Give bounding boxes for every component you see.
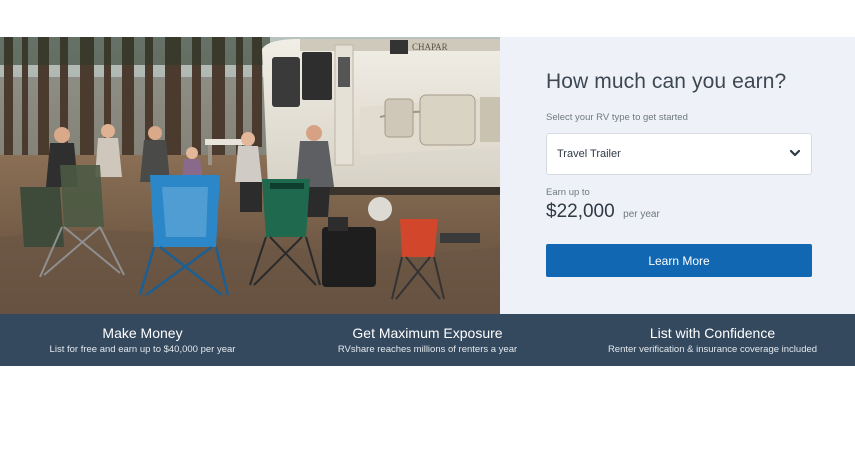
earn-amount: $22,000 (546, 201, 615, 222)
panel-subtitle: Select your RV type to get started (546, 112, 688, 123)
earnings-panel: How much can you earn? Select your RV ty… (500, 37, 855, 314)
svg-text:CHAPAR: CHAPAR (412, 42, 448, 52)
feature-description: RVshare reaches millions of renters a ye… (337, 344, 518, 355)
hero-photo-campsite: CHAPAR (0, 37, 500, 314)
earn-unit: per year (623, 209, 660, 220)
feature-description: List for free and earn up to $40,000 per… (49, 344, 236, 355)
feature-list-with-confidence: List with Confidence Renter verification… (570, 314, 855, 355)
chevron-down-icon (789, 149, 801, 157)
panel-title: How much can you earn? (546, 70, 787, 93)
rv-type-value: Travel Trailer (557, 148, 621, 160)
earnings-hero: CHAPAR How much can you earn? Select you… (0, 37, 855, 314)
feature-make-money: Make Money List for free and earn up to … (0, 314, 285, 355)
feature-title: List with Confidence (649, 325, 776, 341)
rv-type-select[interactable]: Travel Trailer (546, 133, 812, 175)
learn-more-button[interactable]: Learn More (546, 244, 812, 277)
earnings-estimate: $22,000 per year (546, 201, 660, 223)
earn-label: Earn up to (546, 187, 590, 198)
feature-maximum-exposure: Get Maximum Exposure RVshare reaches mil… (285, 314, 570, 355)
feature-title: Get Maximum Exposure (352, 325, 503, 341)
features-strip: Make Money List for free and earn up to … (0, 314, 855, 366)
feature-title: Make Money (102, 325, 183, 341)
feature-description: Renter verification & insurance coverage… (607, 344, 818, 355)
